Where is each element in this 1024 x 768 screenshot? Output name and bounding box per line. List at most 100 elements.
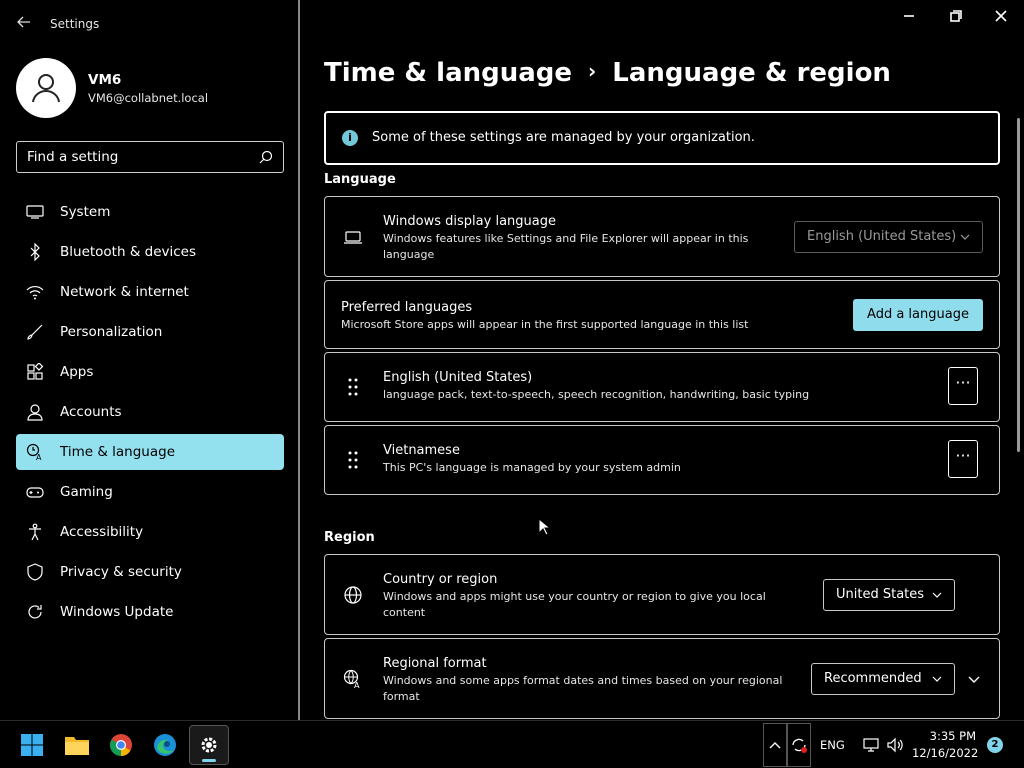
country-region-dropdown[interactable]: United States: [823, 579, 955, 611]
info-banner-text: Some of these settings are managed by yo…: [372, 130, 755, 145]
sidebar-item-label: Time & language: [60, 444, 176, 460]
add-language-button[interactable]: Add a language: [853, 299, 983, 331]
sidebar-nav: System Bluetooth & devices Network & int…: [16, 194, 284, 634]
sidebar-item-privacy[interactable]: Privacy & security: [16, 554, 284, 590]
file-explorer-icon: [65, 737, 89, 755]
language-desc: This PC's language is managed by your sy…: [383, 461, 681, 474]
globe-icon: [344, 586, 362, 604]
regional-format-icon: A: [343, 669, 360, 689]
app-title: Settings: [50, 17, 100, 31]
mouse-cursor-icon: [538, 518, 550, 536]
display-language-value: English (United States): [807, 229, 957, 244]
expand-chevron-icon[interactable]: [968, 676, 980, 684]
person-icon: [27, 404, 43, 421]
language-list-item[interactable]: English (United States) language pack, t…: [324, 352, 1000, 422]
sidebar-item-label: Personalization: [60, 324, 163, 340]
sidebar-item-system[interactable]: System: [16, 194, 284, 230]
regional-format-title: Regional format: [383, 656, 487, 671]
search-icon[interactable]: [259, 150, 273, 164]
regional-format-desc: Windows and some apps format dates and t…: [383, 674, 783, 703]
scrollbar[interactable]: [1017, 118, 1020, 452]
more-options-button[interactable]: ···: [948, 367, 978, 405]
time-language-icon: A: [26, 443, 42, 461]
regional-format-dropdown[interactable]: Recommended: [811, 663, 955, 695]
notification-badge[interactable]: 2: [987, 737, 1003, 753]
display-language-desc: Windows features like Settings and File …: [383, 232, 749, 261]
breadcrumb-separator: ›: [588, 59, 597, 83]
input-language-indicator[interactable]: ENG: [820, 738, 845, 752]
sidebar-item-label: Privacy & security: [60, 564, 182, 580]
update-icon: [28, 605, 42, 619]
accessibility-icon: [29, 523, 41, 541]
language-list-item[interactable]: Vietnamese This PC's language is managed…: [324, 425, 1000, 495]
sidebar-item-label: Network & internet: [60, 284, 189, 300]
section-heading-language: Language: [324, 172, 396, 187]
info-icon: i: [342, 130, 358, 146]
sidebar-item-time-language[interactable]: A Time & language: [16, 434, 284, 470]
taskbar-settings[interactable]: [189, 725, 229, 765]
start-icon: [21, 734, 43, 756]
settings-window: Settings VM6 VM6@collabnet.local System …: [0, 0, 1024, 720]
user-name: VM6: [88, 72, 122, 88]
more-options-button[interactable]: ···: [948, 440, 978, 478]
sidebar-item-label: System: [60, 204, 111, 220]
svg-text:A: A: [354, 681, 360, 689]
sidebar-item-bluetooth[interactable]: Bluetooth & devices: [16, 234, 284, 270]
display-language-dropdown[interactable]: English (United States): [794, 221, 983, 253]
sync-status-button[interactable]: [787, 723, 811, 767]
taskbar-file-explorer[interactable]: [57, 725, 97, 765]
main-content: Time & language › Language & region i Some…: [300, 0, 1024, 720]
back-arrow-icon[interactable]: [14, 14, 34, 34]
drag-handle-icon[interactable]: [343, 377, 363, 397]
avatar[interactable]: [16, 58, 76, 118]
active-app-indicator: [202, 759, 216, 762]
preferred-languages-title: Preferred languages: [341, 300, 473, 315]
page-title: Language & region: [612, 58, 891, 88]
search-box[interactable]: [16, 141, 284, 173]
laptop-icon: [344, 231, 362, 244]
clock-date[interactable]: 12/16/2022: [912, 746, 978, 760]
svg-text:A: A: [36, 453, 42, 461]
person-icon: [32, 74, 60, 103]
clock-time[interactable]: 3:35 PM: [918, 729, 976, 743]
gamepad-icon: [26, 487, 44, 498]
preferred-languages-desc: Microsoft Store apps will appear in the …: [341, 318, 749, 331]
info-banner: i Some of these settings are managed by …: [324, 111, 1000, 165]
sidebar-item-personalization[interactable]: Personalization: [16, 314, 284, 350]
sidebar-item-gaming[interactable]: Gaming: [16, 474, 284, 510]
start-button[interactable]: [12, 725, 52, 765]
sync-icon: [792, 738, 807, 753]
sidebar-item-label: Windows Update: [60, 604, 174, 620]
sidebar-item-label: Accounts: [60, 404, 122, 420]
country-region-title: Country or region: [383, 572, 498, 587]
display-language-card: Windows display language Windows feature…: [324, 196, 1000, 277]
sidebar-item-windows-update[interactable]: Windows Update: [16, 594, 284, 630]
bluetooth-icon: [30, 243, 40, 261]
apps-icon: [27, 363, 44, 380]
monitor-icon: [26, 205, 44, 219]
network-icon[interactable]: [862, 736, 880, 754]
section-heading-region: Region: [324, 530, 375, 545]
sidebar-item-apps[interactable]: Apps: [16, 354, 284, 390]
taskbar-chrome[interactable]: [101, 725, 141, 765]
sidebar-item-accessibility[interactable]: Accessibility: [16, 514, 284, 550]
language-name: Vietnamese: [383, 443, 460, 458]
breadcrumb-parent[interactable]: Time & language: [324, 58, 572, 88]
country-region-desc: Windows and apps might use your country …: [383, 590, 766, 619]
regional-format-card[interactable]: A Regional format Windows and some apps …: [324, 638, 1000, 719]
search-input[interactable]: [27, 148, 247, 166]
sidebar-item-accounts[interactable]: Accounts: [16, 394, 284, 430]
volume-icon[interactable]: [886, 736, 904, 754]
sidebar: Settings VM6 VM6@collabnet.local System …: [0, 0, 298, 720]
sidebar-item-network[interactable]: Network & internet: [16, 274, 284, 310]
sidebar-item-label: Apps: [60, 364, 94, 380]
taskbar-edge[interactable]: [145, 725, 185, 765]
user-email: VM6@collabnet.local: [88, 91, 209, 105]
preferred-languages-card: Preferred languages Microsoft Store apps…: [324, 280, 1000, 349]
settings-icon: [201, 737, 217, 753]
show-hidden-icons-button[interactable]: [763, 723, 787, 767]
display-language-title: Windows display language: [383, 214, 556, 229]
drag-handle-icon[interactable]: [343, 450, 363, 470]
brush-icon: [27, 324, 43, 340]
chevron-down-icon: [960, 234, 970, 240]
